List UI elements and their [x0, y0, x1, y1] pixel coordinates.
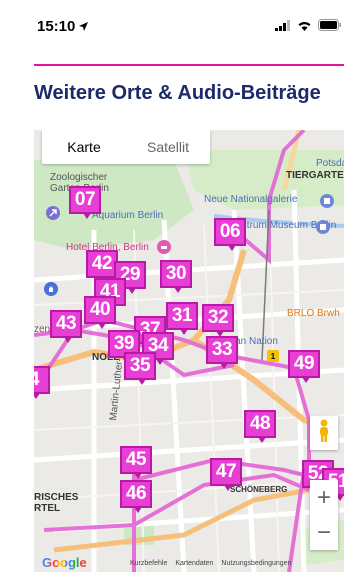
section-divider: [34, 64, 344, 66]
status-time: 15:10: [37, 18, 76, 35]
status-bar: 15:10: [0, 0, 360, 48]
route-marker[interactable]: 43: [50, 310, 82, 343]
google-logo: Google: [42, 555, 87, 570]
map-type-satellite-button[interactable]: Satellit: [126, 130, 210, 164]
label-tiergarten: TIERGARTEN: [286, 170, 344, 181]
route-marker[interactable]: 4: [34, 366, 50, 399]
signal-icon: [275, 18, 291, 36]
route-marker[interactable]: 06: [214, 218, 246, 251]
terms-link[interactable]: Nutzungsbedingungen: [221, 560, 291, 567]
poi-shop-icon[interactable]: [44, 282, 58, 296]
route-marker[interactable]: 07: [69, 186, 101, 219]
route-marker[interactable]: 32: [202, 304, 234, 337]
battery-icon: [318, 18, 342, 36]
zoom-control: + −: [310, 480, 338, 550]
label-aquarium: Aquarium Berlin: [92, 210, 164, 221]
route-marker[interactable]: 46: [120, 480, 152, 513]
route-marker[interactable]: 30: [160, 260, 192, 293]
poi-transit-icon[interactable]: 1: [267, 350, 279, 362]
zoom-in-button[interactable]: +: [310, 480, 338, 515]
label-brlo: BRLO Brwh: [287, 308, 340, 319]
route-marker[interactable]: 47: [210, 458, 242, 491]
label-schoneberg: SCHÖNEBERG: [230, 485, 288, 494]
map-view[interactable]: Potsda TIERGARTEN Zoologischer Garten Be…: [34, 130, 344, 572]
route-marker[interactable]: 35: [124, 352, 156, 385]
map-footer: Kurzbefehle Kartendaten Nutzungsbedingun…: [130, 560, 297, 567]
route-marker[interactable]: 45: [120, 446, 152, 479]
route-marker[interactable]: 31: [166, 302, 198, 335]
map-data-link[interactable]: Kartendaten: [175, 560, 213, 567]
map-type-map-button[interactable]: Karte: [42, 130, 126, 164]
section-title: Weitere Orte & Audio-Beiträge: [34, 82, 321, 104]
keyboard-shortcuts-link[interactable]: Kurzbefehle: [130, 560, 167, 567]
label-bayer-2: RTEL: [34, 503, 61, 514]
poi-gallery-icon[interactable]: [320, 194, 334, 208]
route-marker[interactable]: 33: [206, 336, 238, 369]
street-view-pegman-button[interactable]: [310, 416, 338, 450]
wifi-icon: [297, 18, 312, 36]
poi-hotel-icon[interactable]: [157, 240, 171, 254]
location-arrow-icon: [78, 19, 89, 37]
label-nationalgalerie: Neue Nationalgalerie: [204, 194, 298, 205]
poi-aquarium-icon[interactable]: [46, 206, 60, 220]
zoom-out-button[interactable]: −: [310, 515, 338, 550]
pegman-icon: [318, 419, 330, 448]
route-marker[interactable]: 48: [244, 410, 276, 443]
route-marker[interactable]: 49: [288, 350, 320, 383]
poi-museum-icon[interactable]: [316, 220, 330, 234]
route-marker[interactable]: 40: [84, 296, 116, 329]
label-potsdam: Potsda: [316, 158, 344, 169]
label-zoo: Zoologischer: [50, 172, 108, 183]
status-icons: [275, 18, 342, 36]
map-type-toggle: Karte Satellit: [42, 130, 210, 164]
label-bayer: RISCHES: [34, 492, 79, 503]
